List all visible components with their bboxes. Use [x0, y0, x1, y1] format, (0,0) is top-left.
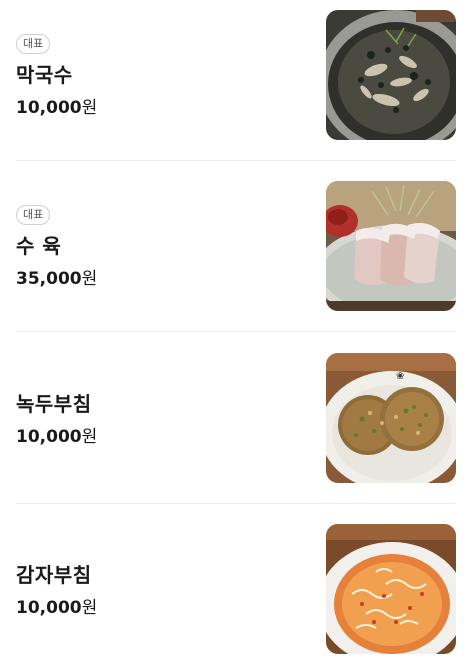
price-value: 10,000: [16, 98, 82, 118]
price-unit: 원: [81, 427, 98, 447]
menu-item-makguksu[interactable]: 대표 막국수 10,000원: [16, 10, 456, 140]
suyuk-photo[interactable]: [326, 181, 456, 311]
menu-item-price: 10,000원: [16, 422, 97, 447]
menu-item-info: 녹두부침 10,000원: [16, 353, 306, 483]
makguksu-photo[interactable]: [326, 10, 456, 140]
divider: [16, 331, 456, 332]
menu-item-nokdu-buchim[interactable]: 녹두부침 10,000원 ❀: [16, 353, 456, 483]
menu-item-price: 10,000원: [16, 593, 97, 618]
menu-item-info: 감자부침 10,000원: [16, 524, 306, 654]
menu-item-name: 녹두부침: [16, 392, 92, 416]
menu-item-price: 10,000원: [16, 93, 97, 118]
divider: [16, 503, 456, 504]
nokdu-buchim-photo[interactable]: ❀: [326, 353, 456, 483]
price-value: 35,000: [16, 269, 82, 289]
menu-item-info: 대표 수 육 35,000원: [16, 181, 306, 311]
price-value: 10,000: [16, 598, 82, 618]
price-unit: 원: [81, 598, 98, 618]
menu-item-gamja-buchim[interactable]: 감자부침 10,000원: [16, 524, 456, 654]
gamja-buchim-photo[interactable]: [326, 524, 456, 654]
menu-item-name: 감자부침: [16, 563, 92, 587]
price-unit: 원: [81, 269, 98, 289]
menu-item-price: 35,000원: [16, 264, 97, 289]
menu-item-info: 대표 막국수 10,000원: [16, 10, 306, 140]
svg-text:❀: ❀: [396, 371, 404, 382]
menu-item-name: 막국수: [16, 63, 73, 87]
menu-list: 대표 막국수 10,000원 대표 수 육 35,000원 녹두부침 10,00…: [0, 0, 464, 669]
signature-badge: 대표: [16, 34, 51, 54]
menu-item-name: 수 육: [16, 234, 62, 258]
signature-badge: 대표: [16, 205, 51, 225]
menu-item-suyuk[interactable]: 대표 수 육 35,000원: [16, 181, 456, 311]
price-value: 10,000: [16, 427, 82, 447]
price-unit: 원: [81, 98, 98, 118]
divider: [16, 160, 456, 161]
